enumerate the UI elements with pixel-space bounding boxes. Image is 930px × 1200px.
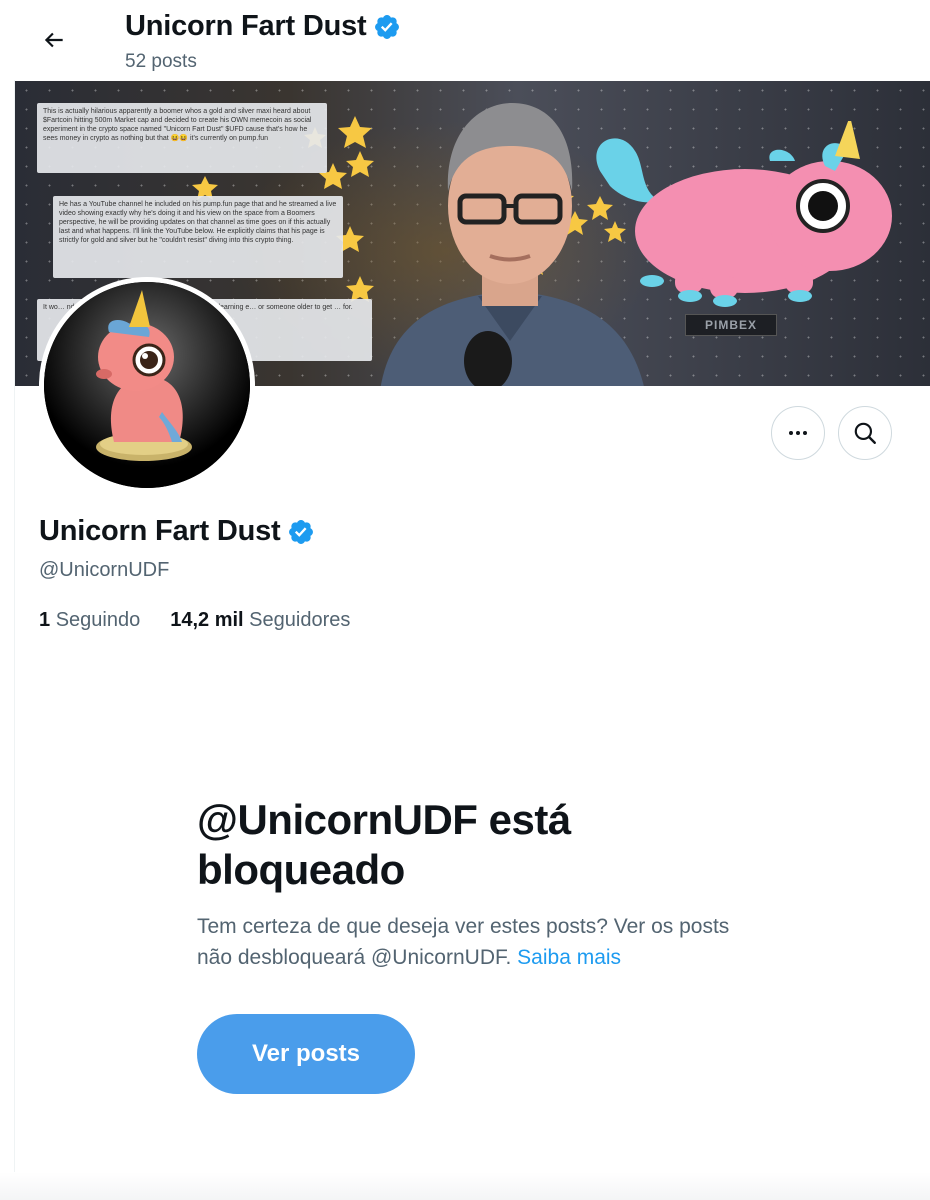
more-horizontal-icon: [789, 431, 807, 435]
arrow-left-icon: [44, 32, 63, 48]
profile-header-bar: Unicorn Fart Dust 52 posts: [0, 0, 930, 80]
verified-badge-icon: [374, 14, 399, 39]
post-count: 52 posts: [125, 51, 197, 72]
avatar-unicorn-figurine: [44, 282, 250, 488]
bottom-edge: [0, 1172, 930, 1200]
header-title: Unicorn Fart Dust: [125, 10, 401, 43]
verified-badge-icon[interactable]: [287, 518, 315, 546]
following-link[interactable]: 1 Seguindo: [39, 609, 140, 632]
header-display-name: Unicorn Fart Dust: [125, 10, 367, 42]
more-options-button[interactable]: [771, 406, 825, 460]
profile-stats: 1 Seguindo 14,2 mil Seguidores: [39, 609, 350, 632]
blocked-description: Tem certeza de que deseja ver estes post…: [197, 911, 757, 973]
blocked-title: @UnicornUDF está bloqueado: [197, 796, 571, 893]
following-label: Seguindo: [55, 609, 141, 631]
followers-label: Seguidores: [249, 609, 351, 631]
search-profile-button[interactable]: [838, 406, 892, 460]
back-button[interactable]: [34, 20, 74, 60]
search-icon: [854, 422, 876, 444]
followers-count: 14,2 mil: [170, 609, 244, 631]
followers-link[interactable]: 14,2 mil Seguidores: [170, 609, 350, 632]
profile-name-text: Unicorn Fart Dust: [39, 515, 281, 547]
learn-more-link[interactable]: Saiba mais: [517, 946, 621, 969]
profile-handle: @UnicornUDF: [39, 559, 170, 581]
banner-caption-1: This is actually hilarious apparently a …: [37, 103, 327, 173]
avatar[interactable]: [39, 277, 255, 493]
view-posts-button[interactable]: Ver posts: [197, 1014, 415, 1094]
profile-display-name: Unicorn Fart Dust: [39, 515, 315, 548]
blocked-description-text: Tem certeza de que deseja ver estes post…: [197, 915, 730, 969]
banner-caption-2: He has a YouTube channel he included on …: [53, 196, 343, 278]
banner-unicorn-illustration: [596, 121, 892, 307]
following-count: 1: [39, 609, 51, 631]
